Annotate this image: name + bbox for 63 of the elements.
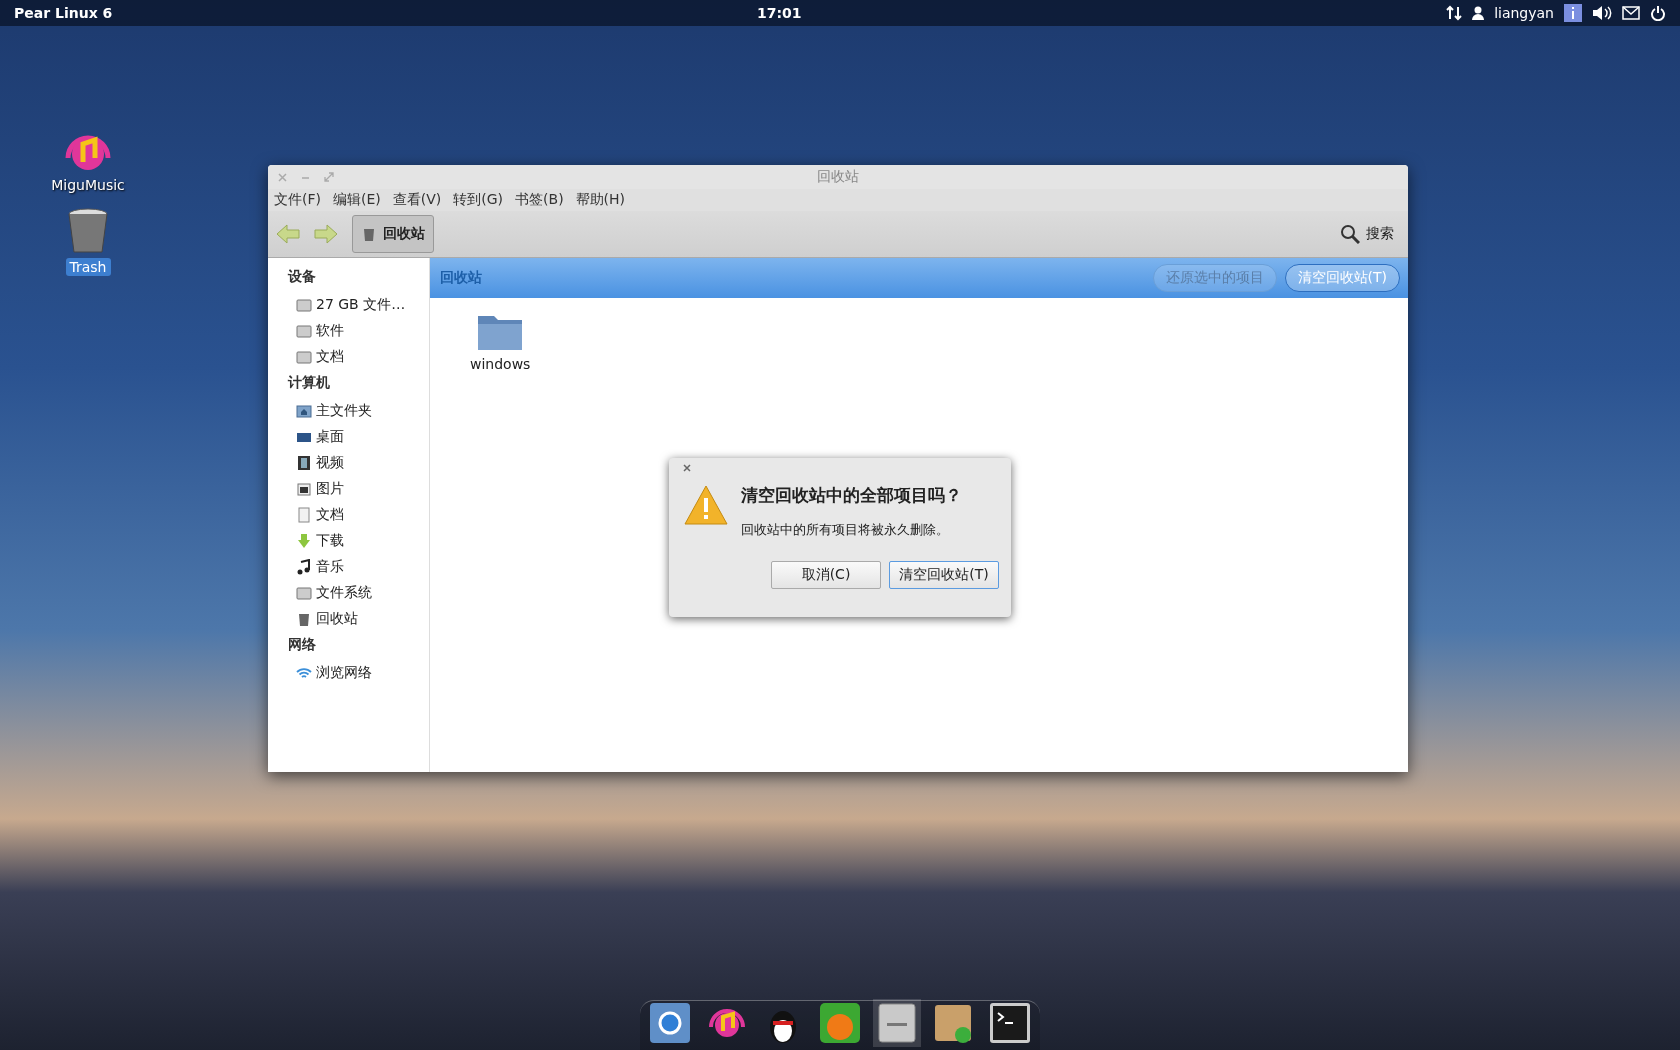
desktop-icon-label[interactable]: MiguMusic — [47, 176, 129, 194]
sidebar-item[interactable]: 图片 — [296, 476, 429, 502]
trash-icon — [361, 226, 377, 242]
sidebar-item[interactable]: 桌面 — [296, 424, 429, 450]
sidebar-item[interactable]: 视频 — [296, 450, 429, 476]
close-icon[interactable] — [683, 464, 691, 472]
sidebar-item[interactable]: 浏览网络 — [296, 660, 429, 686]
trash-bin-icon — [67, 208, 109, 254]
up-down-arrows-icon — [1446, 5, 1463, 21]
desktop-icon-label[interactable]: Trash — [65, 258, 111, 276]
trash-icon — [296, 611, 312, 627]
sidebar-heading: 网络 — [288, 636, 317, 654]
dialog-button[interactable]: 清空回收站(T) — [889, 561, 999, 589]
menu-item[interactable]: 查看(V) — [392, 191, 442, 209]
search-icon — [1340, 224, 1360, 244]
sidebar-heading: 设备 — [288, 268, 317, 286]
envelope-icon — [1622, 6, 1640, 20]
dock-item[interactable] — [872, 999, 921, 1047]
user-icon — [1472, 6, 1485, 20]
drive-icon — [296, 323, 312, 339]
file-name[interactable]: windows — [470, 356, 531, 372]
speaker-icon — [1592, 5, 1612, 21]
sidebar-item[interactable]: 下载 — [296, 528, 429, 554]
sidebar-heading: 计算机 — [288, 374, 331, 392]
drive-icon — [296, 349, 312, 365]
home-folder-icon — [296, 403, 312, 419]
menu-item[interactable]: 书签(B) — [515, 191, 564, 209]
drive-icon — [296, 297, 312, 313]
dialog-title: 清空回收站中的全部项目吗？ — [741, 484, 962, 507]
video-player-icon — [817, 1001, 862, 1045]
music-note-icon — [296, 559, 312, 575]
clock[interactable]: 17:01 — [756, 5, 802, 21]
film-icon — [296, 455, 312, 471]
sidebar-item[interactable]: 软件 — [296, 318, 429, 344]
location-title: 回收站 — [440, 269, 482, 287]
sidebar-item[interactable]: 27 GB 文件… — [296, 292, 429, 318]
distro-name: Pear Linux 6 — [14, 5, 113, 21]
dialog-button[interactable]: 取消(C) — [771, 561, 881, 589]
sidebar-item[interactable]: 文档 — [296, 502, 429, 528]
menu-item[interactable]: 帮助(H) — [575, 191, 626, 209]
power-icon — [1650, 5, 1666, 21]
picture-icon — [296, 481, 312, 497]
sidebar-item[interactable]: 主文件夹 — [296, 398, 429, 424]
user-name[interactable]: liangyan — [1494, 5, 1554, 21]
down-arrow-icon — [296, 533, 312, 549]
terminal-icon — [987, 1001, 1032, 1045]
browser-icon — [648, 1001, 692, 1045]
search-button[interactable]: 搜索 — [1334, 223, 1400, 245]
drive-icon — [296, 585, 312, 601]
menu-item[interactable]: 文件(F) — [274, 191, 321, 209]
menu-item[interactable]: 编辑(E) — [333, 191, 381, 209]
warning-icon — [683, 484, 729, 526]
menu-item[interactable]: 转到(G) — [453, 191, 504, 209]
sidebar-item[interactable]: 文件系统 — [296, 580, 429, 606]
dialog-message: 回收站中的所有项目将被永久删除。 — [741, 521, 950, 539]
sidebar-item[interactable]: 音乐 — [296, 554, 429, 580]
path-button[interactable]: 回收站 — [352, 215, 434, 253]
document-icon — [296, 507, 312, 523]
sidebar-item[interactable]: 文档 — [296, 344, 429, 370]
info-icon — [1564, 4, 1582, 22]
wifi-icon — [296, 665, 312, 681]
window-title: 回收站 — [817, 168, 859, 186]
sidebar-item[interactable]: 回收站 — [296, 606, 429, 632]
